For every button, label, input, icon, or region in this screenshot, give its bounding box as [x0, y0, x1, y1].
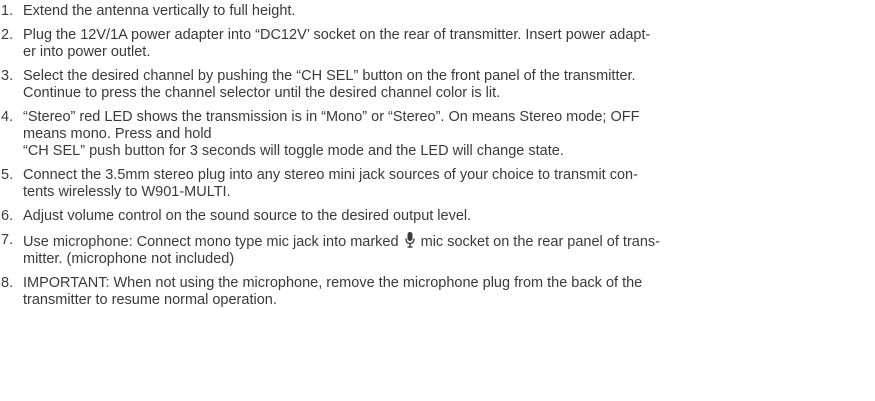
- step-number: 1.: [1, 3, 14, 19]
- microphone-icon: [404, 232, 415, 248]
- step-text: Connect the 3.5mm stereo plug into any s…: [23, 167, 638, 183]
- step-7: 7. Use microphone: Connect mono type mic…: [0, 232, 860, 268]
- step-text: IMPORTANT: When not using the microphone…: [23, 275, 643, 291]
- step-8: 8. IMPORTANT: When not using the microph…: [0, 275, 860, 309]
- step-text: Use microphone: Connect mono type mic ja…: [23, 232, 860, 251]
- step-1: 1. Extend the antenna vertically to full…: [0, 3, 860, 20]
- step-5: 5. Connect the 3.5mm stereo plug into an…: [0, 167, 860, 201]
- step-text: Extend the antenna vertically to full he…: [23, 3, 296, 19]
- step-text: “Stereo” red LED shows the transmission …: [23, 109, 640, 125]
- step-number: 7.: [1, 232, 14, 248]
- step-number: 5.: [1, 167, 14, 183]
- step-text: Select the desired channel by pushing th…: [23, 68, 636, 84]
- step-2: 2. Plug the 12V/1A power adapter into “D…: [0, 27, 860, 61]
- step-number: 8.: [1, 275, 14, 291]
- step-text-after-icon: mic socket on the rear panel of trans-: [420, 234, 660, 250]
- step-number: 3.: [1, 68, 14, 84]
- step-3: 3. Select the desired channel by pushing…: [0, 68, 860, 102]
- step-text: transmitter to resume normal operation.: [23, 292, 277, 308]
- step-text-before-icon: Use microphone: Connect mono type mic ja…: [23, 234, 399, 250]
- step-4: 4. “Stereo” red LED shows the transmissi…: [0, 109, 860, 160]
- step-number: 2.: [1, 27, 14, 43]
- step-text: mitter. (microphone not included): [23, 251, 235, 267]
- step-text: Plug the 12V/1A power adapter into “DC12…: [23, 27, 651, 43]
- step-text: tents wirelessly to W901-MULTI.: [23, 184, 231, 200]
- step-text: er into power outlet.: [23, 44, 151, 60]
- step-text: “CH SEL” push button for 3 seconds will …: [23, 143, 564, 159]
- step-number: 4.: [1, 109, 14, 125]
- step-6: 6. Adjust volume control on the sound so…: [0, 208, 860, 225]
- step-text: Continue to press the channel selector u…: [23, 85, 501, 101]
- step-text: Adjust volume control on the sound sourc…: [23, 208, 472, 224]
- step-text: means mono. Press and hold: [23, 126, 212, 142]
- step-number: 6.: [1, 208, 14, 224]
- instruction-list: 1. Extend the antenna vertically to full…: [0, 3, 860, 316]
